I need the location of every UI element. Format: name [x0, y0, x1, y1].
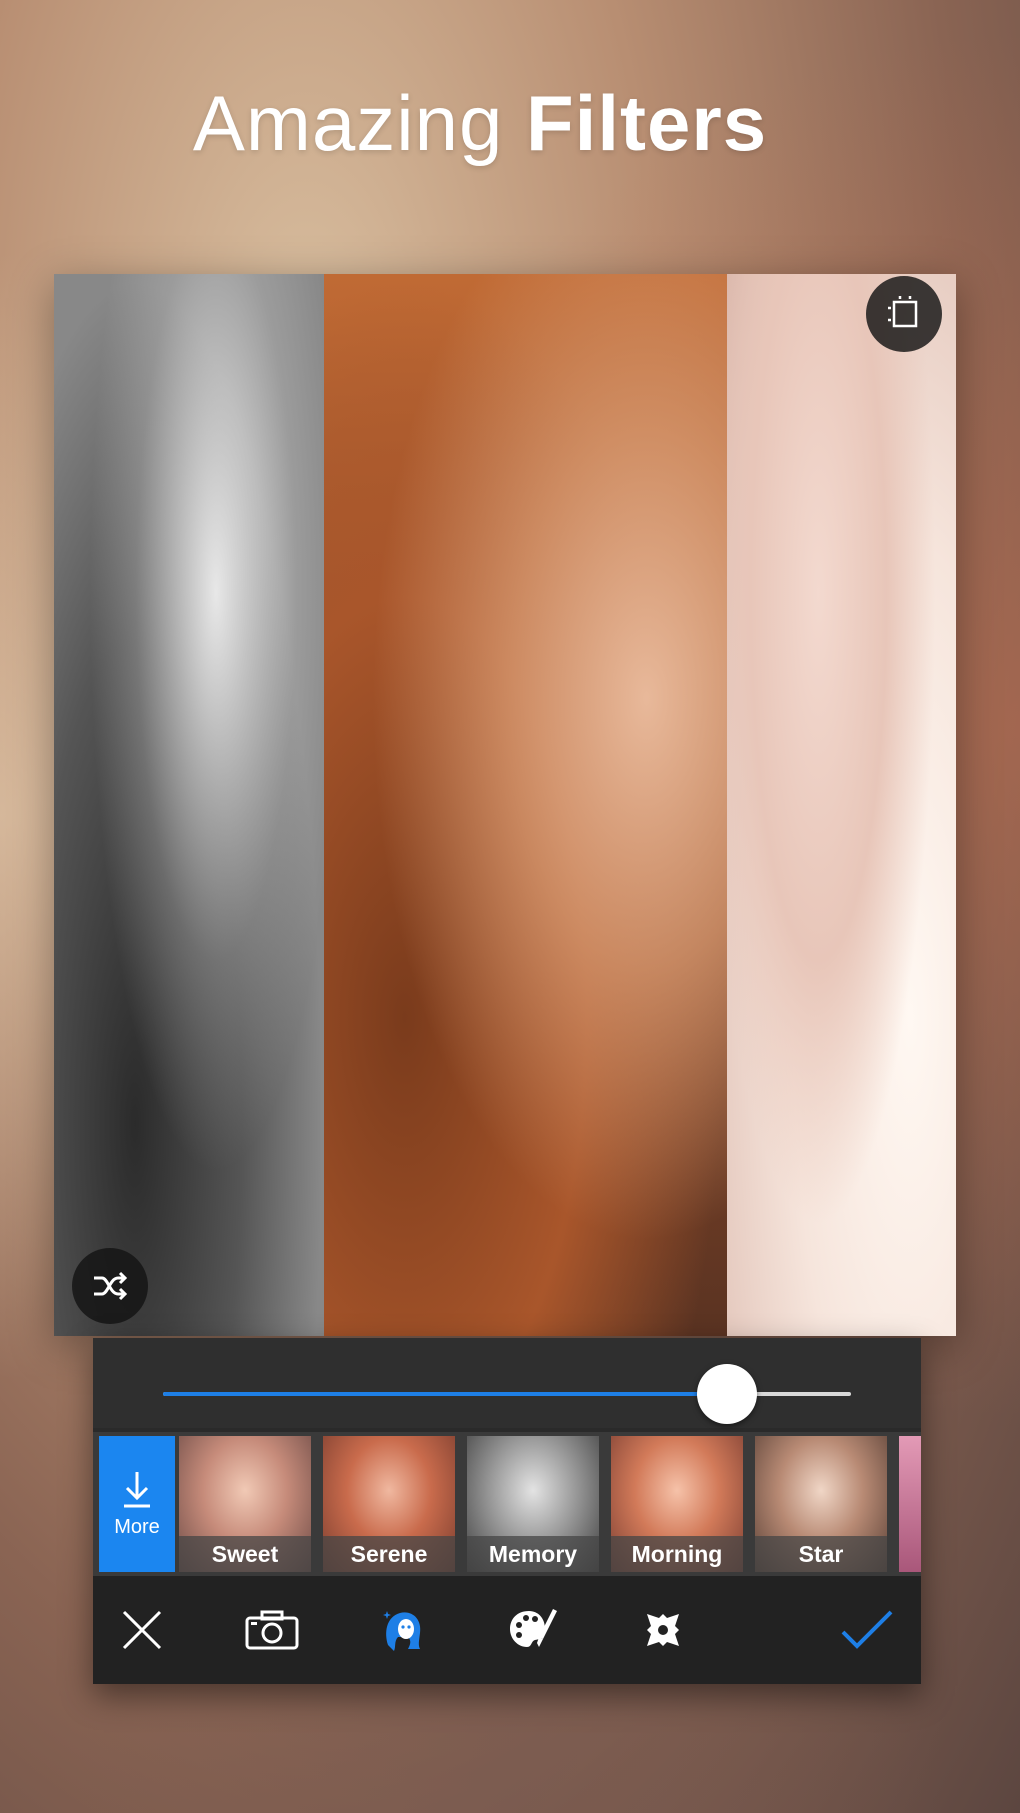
photo-panel-bw: [54, 274, 324, 1336]
headline: Amazing Filters: [0, 78, 960, 169]
face-filter-icon: [383, 1611, 421, 1651]
headline-light: Amazing: [192, 79, 504, 167]
filter-thumb-sweet[interactable]: Sweet: [179, 1436, 311, 1572]
check-icon: [841, 1610, 893, 1649]
close-icon: [122, 1610, 162, 1650]
filter-strip[interactable]: More Sweet Serene Memory Morning Star: [93, 1432, 921, 1576]
filter-thumb-partial[interactable]: [899, 1436, 921, 1572]
filter-name: Star: [755, 1536, 887, 1572]
filter-name: Morning: [611, 1536, 743, 1572]
filter-name: Sweet: [179, 1536, 311, 1572]
slider-thumb[interactable]: [697, 1364, 758, 1424]
camera-button[interactable]: [242, 1600, 302, 1660]
bottom-toolbar: [93, 1576, 921, 1684]
filter-thumb-image: [899, 1436, 921, 1572]
confirm-button[interactable]: [837, 1600, 897, 1660]
more-filters-button[interactable]: More: [99, 1436, 175, 1572]
headline-bold: Filters: [526, 79, 768, 167]
filter-thumb-serene[interactable]: Serene: [323, 1436, 455, 1572]
frame-icon: [647, 1614, 679, 1646]
filter-name: Memory: [467, 1536, 599, 1572]
crop-icon: [888, 296, 918, 328]
palette-button[interactable]: [503, 1600, 563, 1660]
filter-thumb-morning[interactable]: Morning: [611, 1436, 743, 1572]
filter-name: Serene: [323, 1536, 455, 1572]
photo-preview[interactable]: [54, 274, 956, 1336]
frame-button[interactable]: [633, 1600, 693, 1660]
intensity-slider[interactable]: [163, 1364, 851, 1424]
face-filter-button[interactable]: [373, 1600, 433, 1660]
download-icon: [124, 1471, 150, 1507]
shuffle-icon: [94, 1271, 128, 1301]
shuffle-button[interactable]: [72, 1248, 148, 1324]
photo-panel-warm: [324, 274, 727, 1336]
editor-panel: More Sweet Serene Memory Morning Star: [93, 1338, 921, 1684]
close-button[interactable]: [112, 1600, 172, 1660]
crop-button[interactable]: [866, 276, 942, 352]
palette-icon: [510, 1609, 557, 1647]
slider-fill: [163, 1392, 728, 1396]
photo-panel-soft: [727, 274, 956, 1336]
more-label: More: [114, 1515, 160, 1538]
filter-thumb-star[interactable]: Star: [755, 1436, 887, 1572]
filter-thumb-memory[interactable]: Memory: [467, 1436, 599, 1572]
camera-icon: [245, 1610, 299, 1650]
intensity-slider-bar: [93, 1338, 921, 1428]
